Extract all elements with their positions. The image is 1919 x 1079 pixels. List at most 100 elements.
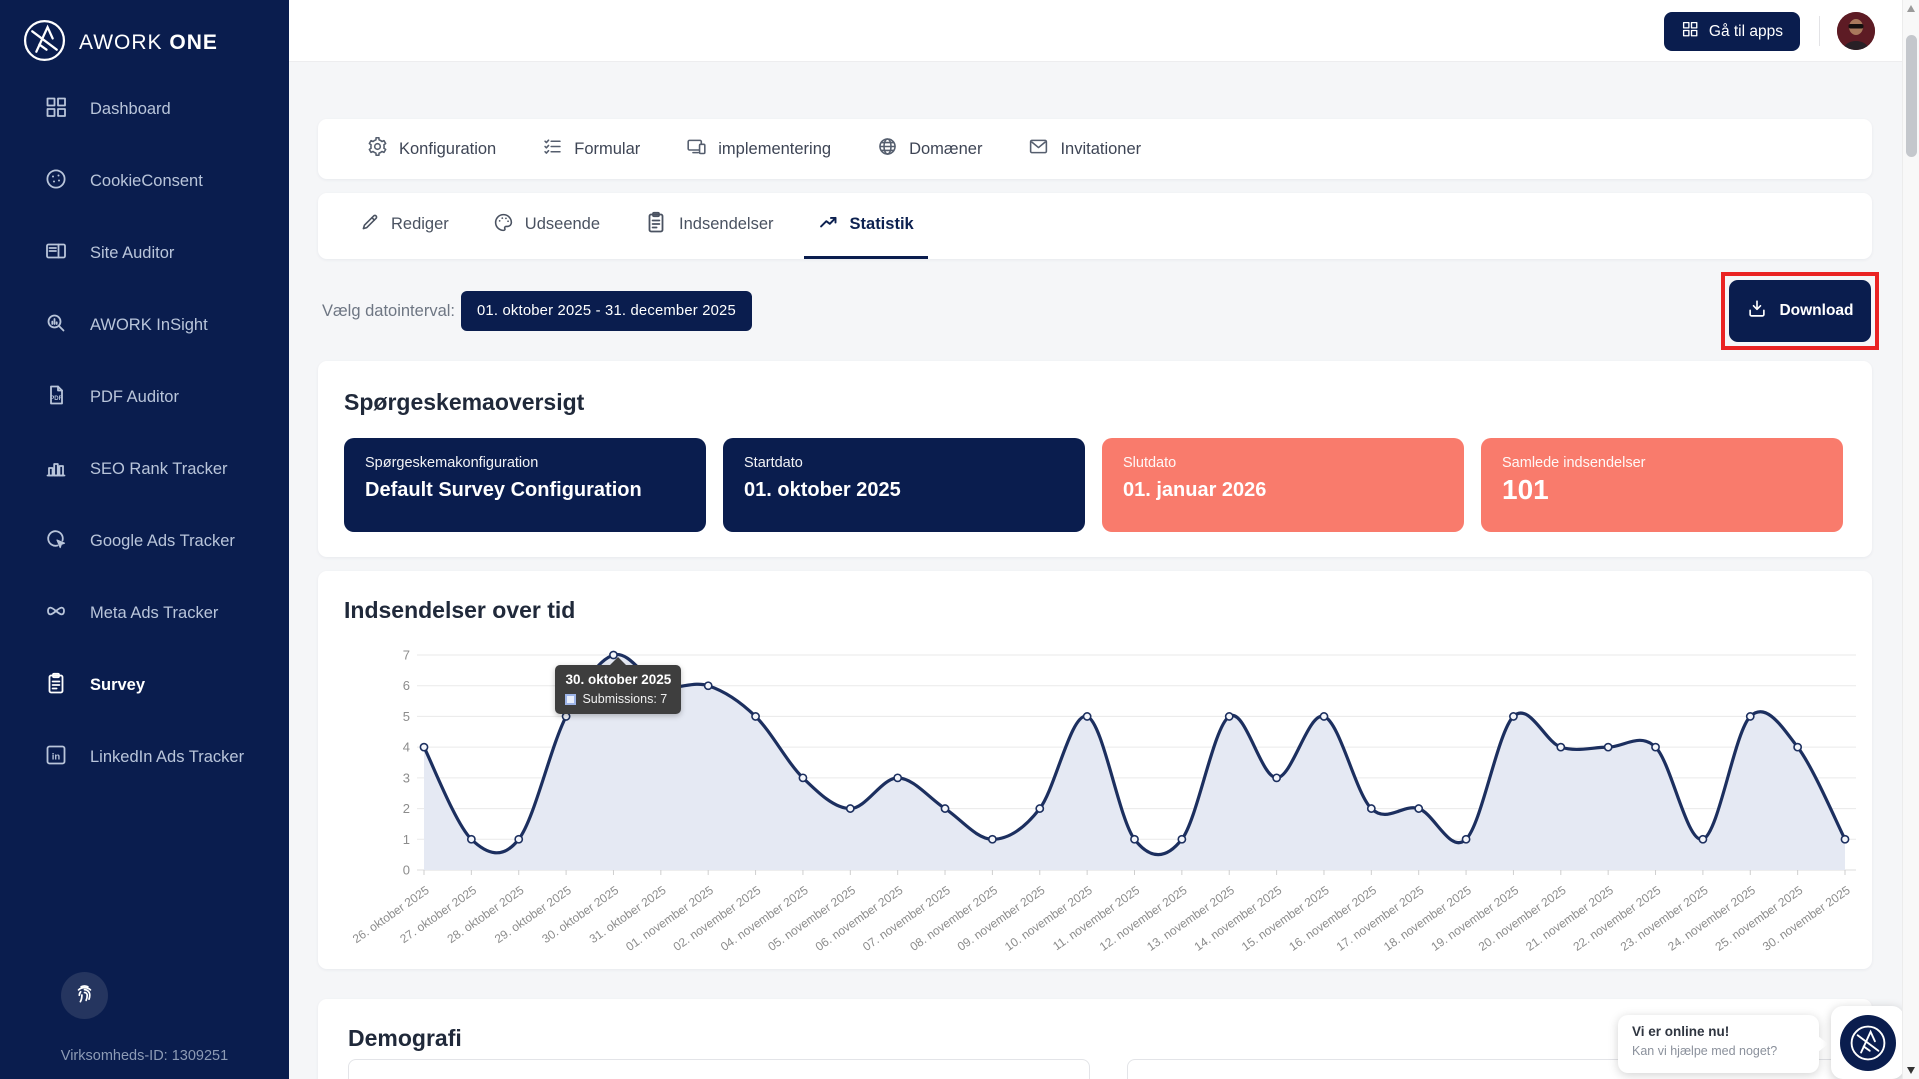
x-tick-label: 22. november 2025	[1571, 883, 1664, 954]
chat-widget-bubble[interactable]: Vi er online nu! Kan vi hjælpe med noget…	[1618, 1015, 1819, 1073]
fingerprint-button[interactable]	[61, 972, 108, 1019]
scrollbar	[1902, 0, 1919, 1079]
data-point-marker	[420, 744, 427, 751]
sidebar-item-label: Survey	[90, 676, 145, 695]
x-tick-label: 07. november 2025	[860, 883, 953, 954]
data-point-marker	[1273, 774, 1280, 781]
x-tick-label: 08. november 2025	[907, 883, 1000, 954]
sidebar-item-label: Site Auditor	[90, 244, 174, 263]
sidebar-item-label: LinkedIn Ads Tracker	[90, 748, 244, 767]
y-tick-label: 4	[403, 740, 410, 755]
sidebar-item-survey[interactable]: Survey	[0, 673, 289, 697]
primary-tab-bar: Konfiguration Formular implementering Do…	[318, 119, 1872, 179]
data-point-marker	[989, 836, 996, 843]
tab-invitationer[interactable]: Invitationer	[1016, 136, 1153, 162]
data-point-marker	[515, 836, 522, 843]
stat-card-row: Spørgeskemakonfiguration Default Survey …	[344, 438, 1846, 532]
tab-konfiguration[interactable]: Konfiguration	[355, 136, 508, 162]
data-point-marker	[1557, 744, 1564, 751]
x-tick-label: 12. november 2025	[1097, 883, 1190, 954]
sidebar-item-seo-rank-tracker[interactable]: SEO Rank Tracker	[0, 457, 289, 481]
go-to-apps-button[interactable]: Gå til apps	[1664, 12, 1800, 51]
mail-icon	[1028, 136, 1049, 162]
checklist-icon	[542, 136, 563, 162]
sidebar-item-meta-ads-tracker[interactable]: Meta Ads Tracker	[0, 601, 289, 625]
download-button[interactable]: Download	[1729, 280, 1871, 342]
data-point-marker	[894, 774, 901, 781]
data-point-marker	[847, 805, 854, 812]
infinity-icon	[44, 599, 68, 628]
sidebar-item-linkedin-ads-tracker[interactable]: in LinkedIn Ads Tracker	[0, 745, 289, 769]
search-chart-icon	[44, 311, 68, 340]
sidebar-nav: Dashboard CookieConsent Site Auditor AWO…	[0, 97, 289, 769]
chat-status-text: Vi er online nu!	[1632, 1024, 1805, 1039]
globe-icon	[877, 136, 898, 162]
sidebar-item-dashboard[interactable]: Dashboard	[0, 97, 289, 121]
x-tick-label: 25. november 2025	[1713, 883, 1806, 954]
subtab-rediger[interactable]: Rediger	[345, 193, 463, 259]
x-tick-label: 19. november 2025	[1428, 883, 1521, 954]
data-point-marker	[1747, 713, 1754, 720]
data-point-marker	[1178, 836, 1185, 843]
scroll-down-arrow-icon[interactable]	[1907, 1067, 1915, 1074]
sidebar-item-label: SEO Rank Tracker	[90, 460, 228, 479]
subtab-indsendelser[interactable]: Indsendelser	[630, 193, 787, 259]
stat-card-label: Spørgeskemakonfiguration	[365, 455, 685, 471]
sidebar-item-awork-insight[interactable]: AWORK InSight	[0, 313, 289, 337]
sidebar-item-label: Meta Ads Tracker	[90, 604, 218, 623]
sidebar-item-cookieconsent[interactable]: CookieConsent	[0, 169, 289, 193]
subtab-statistik[interactable]: Statistik	[804, 193, 928, 259]
survey-overview-section: Spørgeskemaoversigt Spørgeskemakonfigura…	[318, 361, 1872, 557]
tab-implementering[interactable]: implementering	[674, 136, 843, 162]
date-range-picker[interactable]: 01. oktober 2025 - 31. december 2025	[461, 291, 752, 331]
subtab-udseende[interactable]: Udseende	[479, 193, 614, 259]
tab-domæner[interactable]: Domæner	[865, 136, 994, 162]
clipboard-icon	[44, 671, 68, 700]
x-tick-label: 16. november 2025	[1286, 883, 1379, 954]
data-point-marker	[1605, 744, 1612, 751]
sidebar-item-site-auditor[interactable]: Site Auditor	[0, 241, 289, 265]
stat-card-value: 01. januar 2026	[1123, 479, 1443, 502]
user-avatar[interactable]	[1837, 12, 1875, 50]
data-point-marker	[1794, 744, 1801, 751]
data-point-marker	[1699, 836, 1706, 843]
gear-icon	[367, 136, 388, 162]
sidebar: AWORK ONE Dashboard CookieConsent Site A…	[0, 0, 289, 1079]
chat-awork-logo-icon	[1840, 1015, 1896, 1071]
data-point-marker	[468, 836, 475, 843]
dashboard-grid-icon	[44, 95, 68, 124]
chat-launcher-button[interactable]	[1831, 1006, 1904, 1079]
svg-text:in: in	[52, 751, 61, 762]
apps-grid-icon	[1681, 20, 1699, 43]
data-point-marker	[705, 682, 712, 689]
data-point-marker	[1036, 805, 1043, 812]
data-point-marker	[1652, 744, 1659, 751]
data-point-marker	[1131, 836, 1138, 843]
brand-logo: AWORK ONE	[22, 18, 218, 68]
overview-title: Spørgeskemaoversigt	[344, 389, 1846, 416]
x-tick-label: 13. november 2025	[1144, 883, 1237, 954]
scrollbar-thumb[interactable]	[1906, 35, 1917, 157]
data-point-marker	[1510, 713, 1517, 720]
x-tick-label: 04. november 2025	[718, 883, 811, 954]
x-tick-label: 02. november 2025	[671, 883, 764, 954]
palette-icon	[493, 212, 514, 238]
sidebar-item-label: Google Ads Tracker	[90, 532, 235, 551]
data-point-marker	[1462, 836, 1469, 843]
scroll-up-arrow-icon[interactable]	[1907, 5, 1915, 12]
x-tick-label: 23. november 2025	[1618, 883, 1711, 954]
tooltip-series-swatch	[565, 694, 576, 705]
linkedin-icon: in	[44, 743, 68, 772]
main-content: Konfiguration Formular implementering Do…	[289, 62, 1902, 1079]
sidebar-item-label: Dashboard	[90, 100, 171, 119]
data-point-marker	[1320, 713, 1327, 720]
download-icon	[1746, 298, 1768, 325]
awork-logo-icon	[22, 18, 67, 68]
y-tick-label: 7	[403, 648, 410, 663]
sidebar-item-google-ads-tracker[interactable]: Google Ads Tracker	[0, 529, 289, 553]
data-point-marker	[1226, 713, 1233, 720]
tab-formular[interactable]: Formular	[530, 136, 652, 162]
fingerprint-icon	[73, 982, 96, 1010]
sidebar-item-pdf-auditor[interactable]: PDF PDF Auditor	[0, 385, 289, 409]
chart-tooltip: 30. oktober 2025 Submissions: 7	[555, 665, 681, 714]
